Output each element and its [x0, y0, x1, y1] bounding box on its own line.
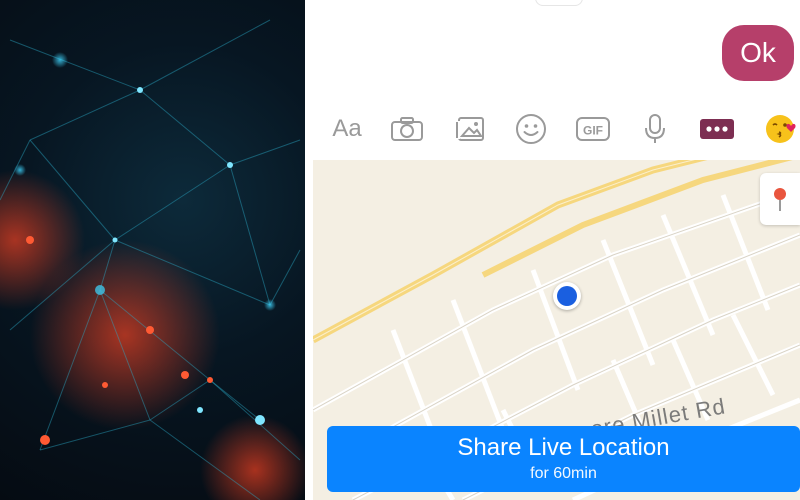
- emoji-icon[interactable]: [514, 105, 548, 153]
- share-title: Share Live Location: [457, 434, 670, 461]
- share-subtitle: for 60min: [530, 465, 597, 482]
- kiss-emoji-glyph: [766, 115, 796, 143]
- chat-panel: Ok Aa GIF ore Millet Rd Share Live Locat…: [305, 0, 800, 500]
- camera-glyph: [391, 117, 423, 141]
- sent-message-bubble[interactable]: Ok: [722, 25, 794, 81]
- photo-icon[interactable]: [453, 105, 487, 153]
- share-live-location-button[interactable]: Share Live Location for 60min: [327, 426, 800, 492]
- kiss-emoji-icon[interactable]: [765, 105, 799, 153]
- background-network-image: [0, 0, 305, 500]
- smiley-glyph: [516, 114, 546, 144]
- svg-text:GIF: GIF: [583, 124, 603, 138]
- composer-toolbar: Aa GIF: [305, 105, 800, 153]
- microphone-icon[interactable]: [643, 105, 667, 153]
- gif-glyph: GIF: [576, 117, 610, 141]
- camera-icon[interactable]: [389, 105, 425, 153]
- photo-glyph: [456, 117, 484, 141]
- text-format-label: Aa: [332, 115, 362, 142]
- message-text: Ok: [740, 37, 776, 68]
- mic-glyph: [645, 114, 665, 143]
- current-location-dot: [553, 282, 581, 310]
- network-graphic: [0, 19, 305, 500]
- top-handle[interactable]: [535, 0, 583, 6]
- map-pin-button[interactable]: [760, 173, 800, 225]
- text-icon[interactable]: Aa: [327, 105, 367, 153]
- gif-icon[interactable]: GIF: [574, 105, 612, 153]
- more-glyph: [700, 119, 734, 139]
- map-pin-icon: [774, 188, 786, 211]
- location-dot-inner: [557, 286, 577, 306]
- more-icon[interactable]: [699, 105, 735, 153]
